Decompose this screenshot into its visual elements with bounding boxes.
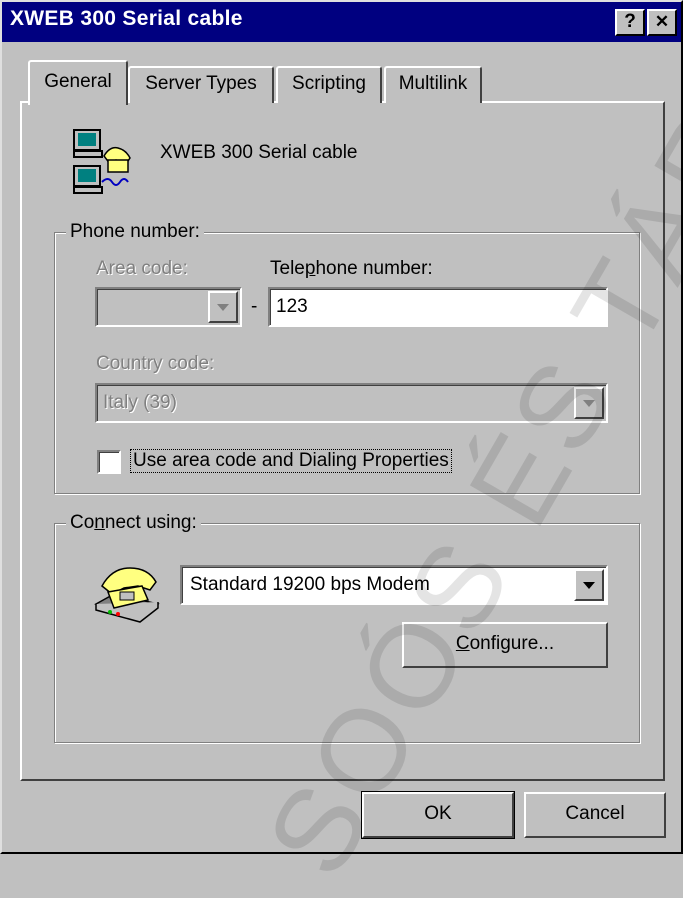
cancel-button[interactable]: Cancel (524, 792, 666, 838)
country-code-dropdown[interactable]: Italy (39) (95, 383, 608, 423)
close-button[interactable]: ✕ (647, 9, 677, 36)
connect-using-legend: Connect using: (66, 512, 201, 534)
help-icon: ? (624, 11, 636, 32)
tab-general-label: General (44, 71, 112, 92)
modem-dropdown-arrow[interactable] (574, 569, 604, 601)
country-code-dropdown-arrow[interactable] (574, 387, 604, 419)
window-title: XWEB 300 Serial cable (10, 7, 243, 30)
country-code-label: Country code: (96, 353, 215, 374)
chevron-down-icon (217, 304, 229, 311)
phone-number-legend: Phone number: (66, 221, 204, 243)
country-code-value: Italy (39) (103, 392, 177, 413)
configure-button[interactable]: Configure... (402, 622, 608, 668)
area-code-dropdown[interactable] (95, 287, 242, 327)
chevron-down-icon (583, 400, 595, 407)
tab-scripting-label: Scripting (292, 73, 366, 94)
tab-server-types-label: Server Types (145, 73, 257, 94)
close-icon: ✕ (654, 12, 670, 31)
telephone-number-input[interactable]: 123 (268, 287, 608, 327)
telephone-number-value: 123 (276, 296, 308, 317)
title-bar[interactable]: XWEB 300 Serial cable ? ✕ (2, 2, 681, 42)
area-code-dropdown-arrow[interactable] (208, 291, 238, 323)
connection-name: XWEB 300 Serial cable (160, 142, 358, 163)
area-code-separator: - (251, 296, 258, 317)
use-area-code-label[interactable]: Use area code and Dialing Properties (130, 449, 452, 473)
help-button[interactable]: ? (615, 9, 645, 36)
use-area-code-checkbox[interactable] (97, 450, 121, 474)
telephone-modem-icon (92, 564, 162, 626)
tab-general[interactable]: General (28, 60, 128, 105)
area-code-label: Area code: (96, 258, 188, 279)
tab-multilink-label: Multilink (398, 73, 468, 94)
dialup-connection-icon (72, 128, 134, 194)
tab-multilink[interactable]: Multilink (384, 66, 482, 103)
telephone-number-label: Telephone number: (270, 258, 433, 279)
tab-scripting[interactable]: Scripting (276, 66, 382, 103)
chevron-down-icon (583, 582, 595, 589)
modem-dropdown[interactable]: Standard 19200 bps Modem (180, 565, 608, 605)
modem-value: Standard 19200 bps Modem (190, 574, 430, 595)
tab-server-types[interactable]: Server Types (128, 66, 274, 103)
ok-button[interactable]: OK (361, 791, 515, 839)
